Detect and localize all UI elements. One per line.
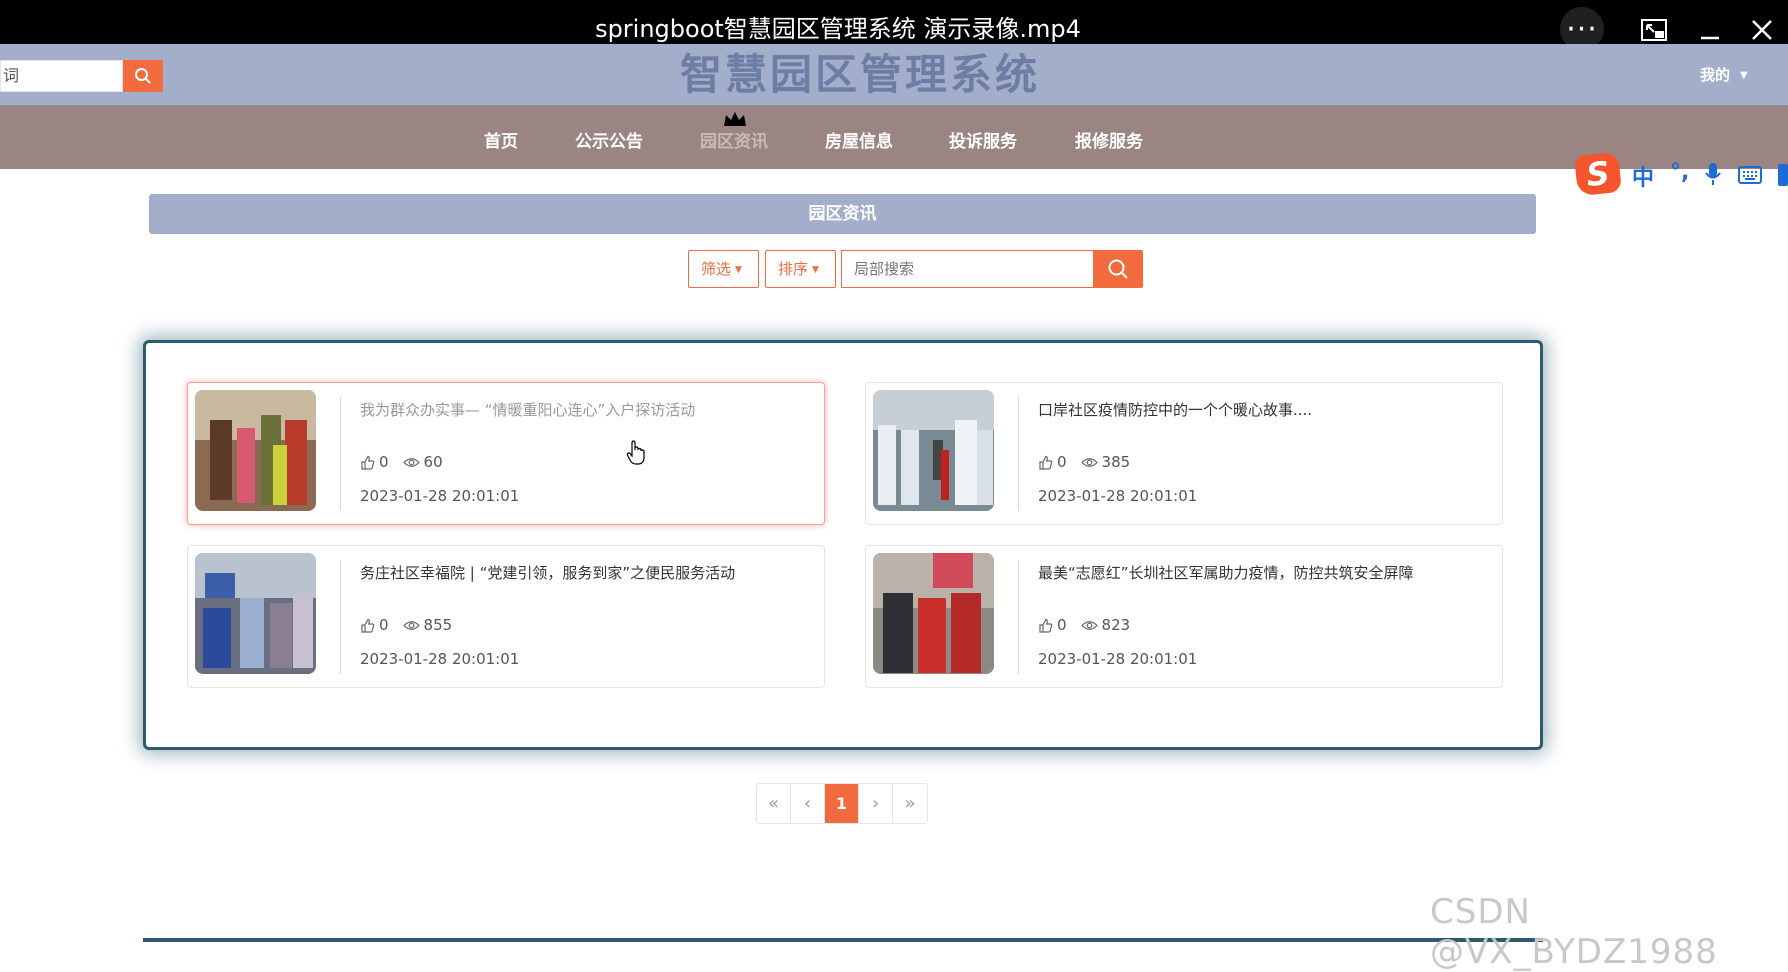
card-divider (340, 560, 341, 674)
news-title[interactable]: 最美“志愿红”长圳社区军属助力疫情，防控共筑安全屏障 (1038, 562, 1414, 583)
like-count: 0 (1057, 616, 1067, 634)
caret-down-icon: ▼ (1740, 70, 1748, 81)
filter-dropdown[interactable]: 筛选 ▼ (688, 250, 759, 288)
main-nav: 首页 公示公告 园区资讯 房屋信息 投诉服务 报修服务 (0, 105, 1788, 169)
news-stats: 0 60 (360, 453, 443, 471)
news-title[interactable]: 口岸社区疫情防控中的一个个暖心故事.... (1038, 399, 1312, 420)
mic-icon[interactable] (1704, 162, 1722, 186)
news-thumbnail (873, 390, 994, 511)
site-title: 智慧园区管理系统 (679, 50, 1040, 99)
pagination-last[interactable]: » (893, 784, 927, 823)
footer-border (143, 938, 1543, 942)
search-icon (135, 68, 151, 84)
view-count: 385 (1101, 453, 1131, 471)
like-count: 0 (379, 453, 389, 471)
news-stats: 0 823 (1038, 616, 1130, 634)
like-count: 0 (379, 616, 389, 634)
news-card[interactable]: 我为群众办实事— “情暖重阳心连心”入户探访活动 0 60 2023-01-28… (187, 382, 825, 525)
thumbs-up-icon (361, 618, 375, 633)
nav-item-park-news[interactable]: 园区资讯 (679, 127, 789, 152)
news-date: 2023-01-28 20:01:01 (1038, 487, 1198, 505)
ime-punctuation[interactable]: °, (1670, 160, 1689, 185)
news-thumbnail (195, 390, 316, 511)
ime-toolbar: S 中 °, (1574, 151, 1788, 197)
nav-item-housing[interactable]: 房屋信息 (804, 127, 914, 152)
like-count: 0 (1057, 453, 1067, 471)
my-menu-label: 我的 (1700, 66, 1731, 84)
crown-icon (724, 112, 746, 126)
news-date: 2023-01-28 20:01:01 (1038, 650, 1198, 668)
site-header: 词 智慧园区管理系统 我的 ▼ (0, 44, 1788, 105)
video-player-titlebar: springboot智慧园区管理系统 演示录像.mp4 ··· (0, 0, 1788, 51)
news-date: 2023-01-28 20:01:01 (360, 650, 520, 668)
thumbs-up-icon (1039, 455, 1053, 470)
section-title: 园区资讯 (149, 194, 1536, 234)
pagination-page-current[interactable]: 1 (825, 784, 859, 823)
news-stats: 0 385 (1038, 453, 1130, 471)
nav-item-home[interactable]: 首页 (446, 127, 556, 152)
news-title[interactable]: 务庄社区幸福院 | “党建引领，服务到家”之便民服务活动 (360, 562, 735, 583)
pagination-prev[interactable]: ‹ (791, 784, 825, 823)
news-card[interactable]: 口岸社区疫情防控中的一个个暖心故事.... 0 385 2023-01-28 2… (865, 382, 1503, 525)
card-divider (1018, 560, 1019, 674)
pagination: « ‹ 1 › » (756, 783, 928, 824)
watermark: CSDN @VX_BYDZ1988 (1430, 892, 1718, 972)
global-search-button[interactable] (123, 60, 163, 92)
news-panel: 我为群众办实事— “情暖重阳心连心”入户探访活动 0 60 2023-01-28… (143, 340, 1543, 750)
thumbs-up-icon (1039, 618, 1053, 633)
hand-cursor-icon (626, 440, 645, 465)
news-date: 2023-01-28 20:01:01 (360, 487, 520, 505)
view-count: 823 (1101, 616, 1131, 634)
eye-icon (402, 457, 420, 467)
sogou-logo-icon[interactable]: S (1574, 151, 1622, 197)
filter-label: 筛选 (701, 260, 732, 278)
nav-item-repairs[interactable]: 报修服务 (1054, 127, 1164, 152)
view-count: 60 (423, 453, 443, 471)
view-count: 855 (423, 616, 453, 634)
eye-icon (1080, 457, 1098, 467)
card-divider (340, 397, 341, 511)
eye-icon (1080, 620, 1098, 630)
keyboard-icon[interactable] (1738, 166, 1762, 184)
nav-item-complaints[interactable]: 投诉服务 (928, 127, 1038, 152)
news-card[interactable]: 最美“志愿红”长圳社区军属助力疫情，防控共筑安全屏障 0 823 2023-01… (865, 545, 1503, 688)
sort-label: 排序 (778, 260, 809, 278)
eye-icon (402, 620, 420, 630)
sort-dropdown[interactable]: 排序 ▼ (765, 250, 836, 288)
news-thumbnail (195, 553, 316, 674)
caret-down-icon: ▼ (735, 264, 742, 275)
my-account-menu[interactable]: 我的 ▼ (1700, 64, 1748, 85)
nav-item-notices[interactable]: 公示公告 (554, 127, 664, 152)
news-card[interactable]: 务庄社区幸福院 | “党建引领，服务到家”之便民服务活动 0 855 2023-… (187, 545, 825, 688)
ime-chinese-mode[interactable]: 中 (1632, 160, 1654, 192)
thumbs-up-icon (361, 455, 375, 470)
caret-down-icon: ▼ (812, 264, 819, 275)
local-search-input[interactable]: 局部搜索 (841, 250, 1094, 288)
news-thumbnail (873, 553, 994, 674)
video-title: springboot智慧园区管理系统 演示录像.mp4 (595, 15, 1081, 43)
local-search-button[interactable] (1093, 250, 1143, 288)
news-stats: 0 855 (360, 616, 452, 634)
pagination-first[interactable]: « (757, 784, 791, 823)
ime-more-icon[interactable] (1778, 164, 1788, 186)
news-title[interactable]: 我为群众办实事— “情暖重阳心连心”入户探访活动 (360, 399, 695, 420)
search-icon (1108, 259, 1128, 279)
card-divider (1018, 397, 1019, 511)
global-search-input[interactable]: 词 (0, 60, 123, 92)
pagination-next[interactable]: › (859, 784, 893, 823)
